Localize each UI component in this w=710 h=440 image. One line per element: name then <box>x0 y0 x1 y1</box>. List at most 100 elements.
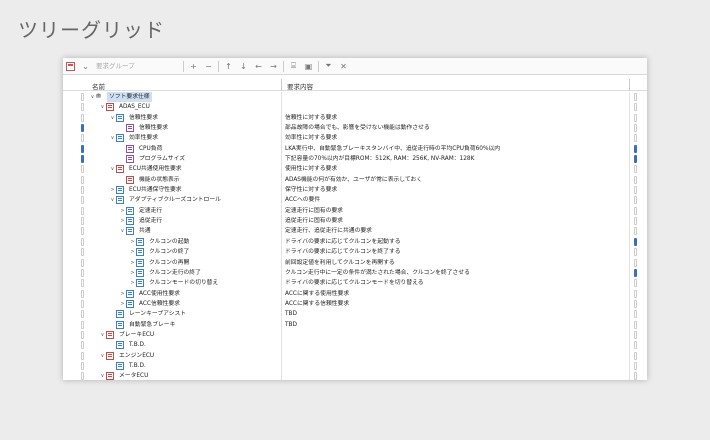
chevron-down-icon[interactable]: ∨ <box>89 94 96 100</box>
tree-node[interactable]: > クルコン走行の終了 <box>129 268 203 278</box>
tree-node[interactable]: > クルコンの再開 <box>129 258 191 268</box>
tree-row[interactable]: 自動緊急ブレーキ TBD <box>63 319 647 330</box>
requirement-content-cell[interactable]: ACCへの要件 <box>285 195 320 205</box>
arrow-down-icon[interactable]: ↓ <box>237 60 250 73</box>
chevron-right-icon[interactable]: > <box>129 239 136 245</box>
requirement-content-cell[interactable]: 保守性に対する要求 <box>285 185 337 195</box>
tree-node[interactable]: > クルコンモードの切り替え <box>129 278 220 288</box>
tree-row[interactable]: 信頼性要求 部品故障の場合でも、影響を受けない機能は動作させる <box>63 123 647 134</box>
tree-node[interactable]: ∨ ⛃ ソフト要求仕様 <box>89 92 152 102</box>
column-divider[interactable] <box>629 79 630 91</box>
requirement-content-cell[interactable]: ドライバの要求に応じてクルコンモードを切り替える <box>285 278 424 288</box>
tree-row[interactable]: 機能の状態表示 ADAS機能の何が有効か、ユーザが常に表示しておく <box>63 174 647 186</box>
chevron-right-icon[interactable]: > <box>119 291 126 297</box>
tree-row[interactable]: > クルコンモードの切り替え ドライバの要求に応じてクルコンモードを切り替える <box>63 278 647 289</box>
chevron-down-icon[interactable]: ∨ <box>99 353 106 359</box>
arrow-up-icon[interactable]: ↑ <box>222 60 235 73</box>
column-header-content[interactable]: 要求内容 <box>287 81 313 91</box>
requirement-content-cell[interactable]: TBD <box>285 309 297 319</box>
tree-row[interactable]: > ACC使用性要求 ACCに関する使用性要求 <box>63 288 647 299</box>
tree-row[interactable]: ∨ ブレーキECU <box>63 329 647 341</box>
chevron-down-icon[interactable]: ∨ <box>109 135 116 141</box>
tree-node[interactable]: > ACC使用性要求 <box>119 289 182 299</box>
chevron-down-icon[interactable]: ⌄ <box>79 60 92 73</box>
requirement-content-cell[interactable]: 信頼性に対する要求 <box>285 113 337 123</box>
requirement-content-cell[interactable]: 追従走行に固有の要求 <box>285 216 343 226</box>
tree-row[interactable]: ∨ ADAS_ECU <box>63 102 647 113</box>
requirement-content-cell[interactable]: 効率性に対する要求 <box>285 133 337 143</box>
app-icon[interactable] <box>64 60 77 73</box>
chevron-right-icon[interactable]: > <box>129 260 136 266</box>
chevron-down-icon[interactable]: ∨ <box>109 166 116 172</box>
image-icon[interactable]: ▣ <box>302 60 315 73</box>
tree-row[interactable]: ∨ メータECU <box>63 371 647 380</box>
chevron-down-icon[interactable]: ∨ <box>99 332 106 338</box>
chevron-down-icon[interactable]: ∨ <box>99 104 106 110</box>
tree-row[interactable]: > クルコンの終了 ドライバの要求に応じてクルコンを終了する <box>63 247 647 258</box>
chevron-down-icon[interactable]: ∨ <box>119 228 126 234</box>
tree-node[interactable]: 信頼性要求 <box>119 123 170 133</box>
requirement-content-cell[interactable]: ACCに関する使用性要求 <box>285 289 349 299</box>
chevron-right-icon[interactable]: > <box>129 249 136 255</box>
tree-row[interactable]: プログラムサイズ 下記容量の70%以内が目標ROM：512K, RAM：256K,… <box>63 154 647 165</box>
requirement-content-cell[interactable]: ドライバの要求に応じてクルコンを起動する <box>285 237 401 247</box>
tree-node[interactable]: ∨ メータECU <box>99 371 150 380</box>
requirement-content-cell[interactable]: 定速走行に固有の要求 <box>285 206 343 216</box>
arrow-left-icon[interactable]: ← <box>252 60 265 73</box>
tree-row[interactable]: > 定速走行 定速走行に固有の要求 <box>63 205 647 217</box>
tree-node[interactable]: > クルコンの起動 <box>129 237 191 247</box>
tree-node[interactable]: > ECU共通保守性要求 <box>109 185 184 195</box>
tree-node[interactable]: > 定速走行 <box>119 206 164 216</box>
tree-node[interactable]: 自動緊急ブレーキ <box>109 320 177 330</box>
tree-row[interactable]: ∨ アダプティブクルーズコントロール ACCへの要件 <box>63 195 647 206</box>
tree-row[interactable]: T.B.D. <box>63 340 647 351</box>
tree-row[interactable]: > 追従走行 追従走行に固有の要求 <box>63 216 647 227</box>
tree-row[interactable]: ∨ エンジンECU <box>63 350 647 361</box>
chevron-right-icon[interactable]: > <box>119 208 126 214</box>
tree-node[interactable]: CPU負荷 <box>119 144 164 154</box>
chevron-down-icon[interactable]: ∨ <box>99 373 106 379</box>
requirement-content-cell[interactable]: 部品故障の場合でも、影響を受けない機能は動作させる <box>285 123 430 133</box>
tree-node[interactable]: レーンキープアシスト <box>109 309 188 319</box>
requirement-content-cell[interactable]: 下記容量の70%以内が目標ROM：512K, RAM：256K, NV-RAM：… <box>285 154 474 164</box>
tree-node[interactable]: ∨ ECU共通使用性要求 <box>109 164 184 174</box>
tree-node[interactable]: 機能の状態表示 <box>119 175 182 185</box>
tree-structure-icon[interactable]: ⌸ <box>287 60 300 73</box>
chevron-right-icon[interactable]: > <box>119 218 126 224</box>
tree-node[interactable]: ∨ 共通 <box>119 226 153 236</box>
tree-row[interactable]: > ACC信頼性要求 ACCに関する信頼性要求 <box>63 298 647 310</box>
tree-row[interactable]: > ECU共通保守性要求 保守性に対する要求 <box>63 185 647 196</box>
requirement-content-cell[interactable]: ドライバの要求に応じてクルコンを終了する <box>285 247 401 257</box>
tree-row[interactable]: ∨ ⛃ ソフト要求仕様 <box>63 92 647 103</box>
group-search-input[interactable]: 要求グループ <box>93 61 181 72</box>
chevron-down-icon[interactable]: ∨ <box>109 115 116 121</box>
remove-icon[interactable]: − <box>202 60 215 73</box>
requirement-content-cell[interactable]: ADAS機能の何が有効か、ユーザが常に表示しておく <box>285 175 422 185</box>
tree-node[interactable]: T.B.D. <box>109 361 148 371</box>
tree-row[interactable]: > クルコンの再開 前回設定値を利用してクルコンを再開する <box>63 257 647 268</box>
tree-node[interactable]: ∨ ブレーキECU <box>99 330 156 340</box>
chevron-right-icon[interactable]: > <box>119 301 126 307</box>
tree-row[interactable]: CPU負荷 LKA実行中、自動緊急ブレーキスタンバイ中、追従走行時の平均CPU負荷… <box>63 143 647 155</box>
tree-node[interactable]: プログラムサイズ <box>119 154 187 164</box>
chevron-right-icon[interactable]: > <box>129 280 136 286</box>
tree-node[interactable]: > 追従走行 <box>119 216 164 226</box>
requirement-content-cell[interactable]: クルコン走行中に一定の条件が満たされた場合、クルコンを終了させる <box>285 268 470 278</box>
tree-node[interactable]: T.B.D. <box>109 340 148 350</box>
tree-row[interactable]: T.B.D. <box>63 360 647 372</box>
tree-node[interactable]: ∨ 信頼性要求 <box>109 113 160 123</box>
tree-node[interactable]: > クルコンの終了 <box>129 247 191 257</box>
tree-node[interactable]: ∨ ADAS_ECU <box>99 102 152 112</box>
requirement-content-cell[interactable]: ACCに関する信頼性要求 <box>285 299 349 309</box>
clear-filter-icon[interactable]: ✕ <box>337 60 350 73</box>
tree-node[interactable]: ∨ エンジンECU <box>99 351 156 361</box>
filter-icon[interactable]: ⏷ <box>322 60 335 73</box>
arrow-right-icon[interactable]: → <box>267 60 280 73</box>
requirement-content-cell[interactable]: 前回設定値を利用してクルコンを再開する <box>285 258 395 268</box>
requirement-content-cell[interactable]: LKA実行中、自動緊急ブレーキスタンバイ中、追従走行時の平均CPU負荷60%以内 <box>285 144 500 154</box>
chevron-down-icon[interactable]: ∨ <box>109 197 116 203</box>
requirement-content-cell[interactable]: 使用性に対する要求 <box>285 164 337 174</box>
column-divider[interactable] <box>281 79 282 91</box>
chevron-right-icon[interactable]: > <box>129 270 136 276</box>
tree-node[interactable]: > ACC信頼性要求 <box>119 299 182 309</box>
